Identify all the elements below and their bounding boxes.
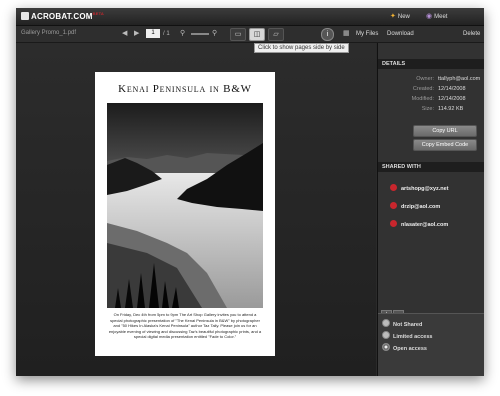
- document-title: Kenai Peninsula in B&W: [118, 83, 252, 95]
- document-body: On Friday, Dec 4th from 5pm to 9pm The A…: [108, 312, 262, 339]
- radio-icon: [382, 319, 390, 327]
- page-total: / 1: [163, 31, 170, 37]
- delete-button[interactable]: Delete: [463, 31, 480, 37]
- created-value: 12/14/2008: [438, 86, 466, 92]
- sharing-options: Not Shared Limited access Open access: [378, 313, 484, 376]
- next-page-icon[interactable]: ▶: [134, 29, 139, 37]
- landscape-photo: [107, 103, 263, 308]
- owner-label: Owner:: [416, 76, 434, 82]
- details-header: DETAILS: [378, 59, 484, 69]
- radio-not-shared[interactable]: Not Shared: [382, 319, 422, 328]
- meet-icon: ◉: [426, 13, 433, 20]
- owner-value: ttallyph@aol.com: [438, 76, 481, 82]
- info-icon[interactable]: i: [321, 28, 334, 41]
- details-sidebar: DETAILS Owner: ttallyph@aol.com Created:…: [377, 43, 484, 376]
- radio-open-access[interactable]: Open access: [382, 343, 427, 352]
- user-icon: [390, 202, 397, 209]
- app-logo[interactable]: ACROBAT.COMBETA: [21, 11, 104, 21]
- page-number-input[interactable]: 1: [146, 29, 160, 38]
- side-by-side-view-button[interactable]: ◫: [249, 28, 265, 41]
- size-value: 114.92 KB: [438, 106, 464, 112]
- zoom-in-icon[interactable]: ⚲: [212, 29, 217, 37]
- view-tooltip: Click to show pages side by side: [254, 43, 349, 53]
- size-label: Size:: [421, 106, 434, 112]
- document-viewer: Kenai Peninsula in B&W On Friday, Dec 4t…: [16, 43, 376, 376]
- shared-user[interactable]: drzip@aol.com: [390, 195, 440, 213]
- prev-page-icon[interactable]: ◀: [122, 29, 127, 37]
- toolbar: Gallery Promo_1.pdf ◀ ▶ 1 / 1 ⚲ ⚲ ▭ ◫ ▱ …: [16, 26, 484, 43]
- copy-embed-code-button[interactable]: Copy Embed Code: [413, 139, 477, 151]
- comment-icon[interactable]: ▱: [268, 28, 284, 41]
- single-page-view-button[interactable]: ▭: [230, 28, 246, 41]
- shared-user[interactable]: artshopg@xyz.net: [390, 177, 449, 195]
- user-icon: [390, 220, 397, 227]
- zoom-slider[interactable]: [191, 33, 209, 35]
- download-button[interactable]: Download: [387, 31, 414, 37]
- beta-badge: BETA: [92, 11, 105, 16]
- app-window: ACROBAT.COMBETA ✦ New ◉ Meet Gallery Promo…: [16, 8, 484, 376]
- shared-with-header: SHARED WITH: [378, 162, 484, 172]
- my-files-button[interactable]: My Files: [356, 31, 378, 37]
- new-button[interactable]: ✦ New: [390, 12, 410, 20]
- meet-button[interactable]: ◉ Meet: [426, 12, 447, 20]
- file-name: Gallery Promo_1.pdf: [21, 30, 77, 36]
- modified-value: 12/14/2008: [438, 96, 466, 102]
- modified-label: Modified:: [411, 96, 434, 102]
- copy-url-button[interactable]: Copy URL: [413, 125, 477, 137]
- created-label: Created:: [412, 86, 434, 92]
- app-name: ACROBAT.COM: [31, 12, 93, 21]
- top-bar: ACROBAT.COMBETA ✦ New ◉ Meet: [16, 8, 484, 26]
- radio-icon: [382, 331, 390, 339]
- radio-limited-access[interactable]: Limited access: [382, 331, 432, 340]
- new-icon: ✦: [390, 13, 396, 20]
- zoom-out-icon[interactable]: ⚲: [180, 29, 185, 37]
- radio-selected-icon: [382, 343, 390, 351]
- user-icon: [390, 184, 397, 191]
- acrobat-logo-icon: [21, 12, 29, 20]
- shared-user[interactable]: nlasater@aol.com: [390, 213, 448, 231]
- document-page: Kenai Peninsula in B&W On Friday, Dec 4t…: [95, 72, 275, 356]
- my-files-icon: ▦: [343, 30, 350, 37]
